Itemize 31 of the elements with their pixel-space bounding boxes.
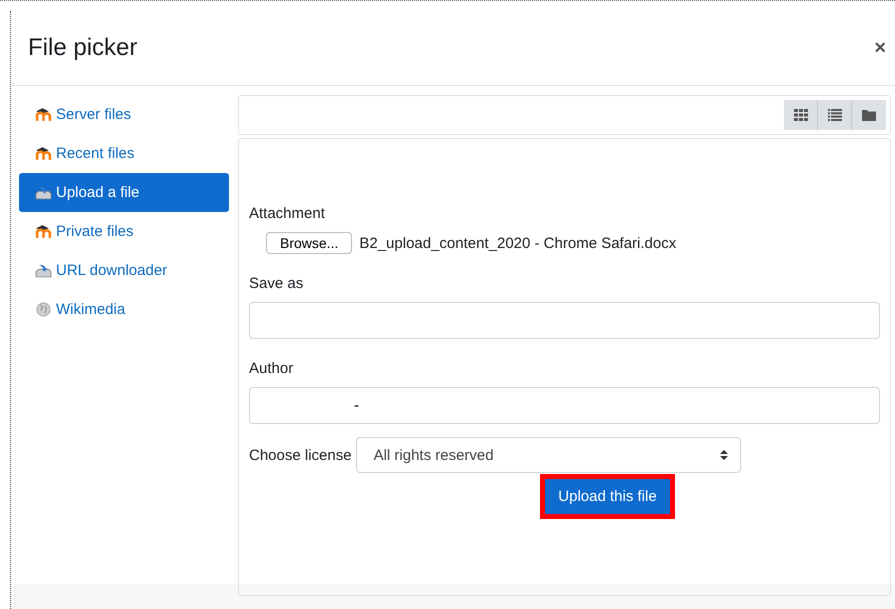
tray-arrow-icon bbox=[35, 185, 52, 200]
grid-icon bbox=[794, 109, 808, 121]
folder-icon bbox=[862, 109, 876, 121]
sidebar-item[interactable]: Server files bbox=[19, 95, 229, 134]
field-label: Attachment bbox=[249, 205, 326, 222]
browse-button[interactable]: Browse... bbox=[266, 232, 352, 254]
list-view-button[interactable] bbox=[818, 100, 852, 130]
upload-button[interactable]: Upload this file bbox=[545, 479, 670, 514]
folder-view-button[interactable] bbox=[852, 100, 886, 130]
field-label: Choose license bbox=[249, 446, 352, 464]
field-label: Author bbox=[249, 360, 294, 377]
sidebar-item[interactable]: Recent files bbox=[19, 134, 229, 173]
globe-icon bbox=[35, 302, 52, 317]
list-icon bbox=[828, 109, 842, 121]
sidebar-item[interactable]: URL downloader bbox=[19, 251, 229, 290]
author-field[interactable]: - bbox=[249, 387, 880, 424]
save-as-field[interactable] bbox=[249, 302, 880, 339]
close-button[interactable]: × bbox=[874, 36, 886, 60]
file-name: B2_upload_content_2020 - Chrome Safari.docx bbox=[359, 234, 676, 252]
sidebar-item[interactable]: Upload a file bbox=[19, 173, 229, 212]
sidebar-item[interactable]: Private files bbox=[19, 212, 229, 251]
sort-caret-icon bbox=[720, 449, 728, 461]
icon-view-button[interactable] bbox=[784, 100, 818, 130]
graduation-cap-icon bbox=[35, 107, 52, 122]
license-select[interactable]: All rights reserved bbox=[356, 437, 741, 473]
graduation-cap-icon bbox=[35, 224, 52, 239]
dialog-title: File picker bbox=[28, 34, 138, 62]
graduation-cap-icon bbox=[35, 146, 52, 161]
sidebar-item[interactable]: Wikimedia bbox=[19, 290, 229, 329]
field-label: Save as bbox=[249, 275, 304, 292]
tray-arrow-icon bbox=[35, 263, 52, 278]
